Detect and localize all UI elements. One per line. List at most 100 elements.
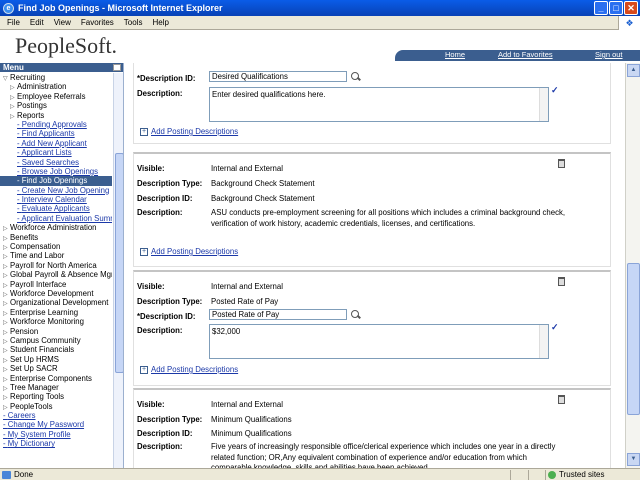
scroll-thumb[interactable]	[627, 263, 640, 415]
description-id-input[interactable]: Posted Rate of Pay	[209, 309, 347, 320]
spellcheck-icon[interactable]: ✓	[551, 85, 559, 96]
nav-item-label: Organizational Development	[10, 298, 109, 308]
nav-item[interactable]: ▷ Payroll for North America	[0, 261, 112, 270]
description-type-label: Description Type:	[137, 179, 203, 188]
collapsed-arrow-icon: ▷	[3, 254, 8, 261]
description-type-value: Minimum Qualifications	[211, 415, 292, 424]
nav-item[interactable]: ▷ Global Payroll & Absence Mgmt	[0, 270, 112, 279]
nav-item-label: Campus Community	[10, 335, 81, 345]
delete-icon[interactable]	[558, 395, 565, 404]
description-id-input[interactable]: Desired Qualifications	[209, 71, 347, 82]
menu-scrollbar[interactable]	[113, 73, 123, 468]
nav-item[interactable]: ▷ Reports	[0, 111, 112, 120]
collapsed-arrow-icon: ▷	[3, 310, 8, 317]
nav-item[interactable]: - Pending Approvals	[0, 120, 112, 129]
nav-item[interactable]: - Careers	[0, 411, 112, 420]
nav-item[interactable]: ▷ Workforce Administration	[0, 223, 112, 232]
security-zone: Trusted sites	[547, 470, 605, 479]
nav-item[interactable]: - My Dictionary	[0, 439, 112, 448]
nav-item[interactable]: - Applicant Evaluation Summary	[0, 214, 112, 223]
peoplesoft-logo: PeopleSoft.	[15, 33, 118, 58]
page-scrollbar[interactable]: ▲ ▼	[625, 63, 640, 468]
scroll-down-icon[interactable]: ▼	[627, 453, 640, 466]
nav-item-label: Interview Calendar	[21, 195, 87, 205]
nav-item[interactable]: ▷ PeopleTools	[0, 402, 112, 411]
nav-item[interactable]: ▷ Administration	[0, 82, 112, 91]
maximize-button[interactable]: □	[609, 1, 623, 15]
nav-item-label: Workforce Development	[10, 288, 94, 298]
menu-tools[interactable]: Tools	[124, 18, 143, 27]
nav-item-label: Workforce Administration	[10, 223, 97, 233]
nav-item[interactable]: - Change My Password	[0, 420, 112, 429]
home-link[interactable]: Home	[445, 50, 465, 59]
lookup-icon[interactable]	[351, 310, 359, 318]
nav-item[interactable]: ▷ Time and Labor	[0, 251, 112, 260]
nav-item[interactable]: ▷ Set Up SACR	[0, 364, 112, 373]
nav-item[interactable]: ▷ Reporting Tools	[0, 392, 112, 401]
collapsed-arrow-icon: ▷	[3, 376, 8, 383]
menu-header: Menu	[0, 63, 123, 72]
spellcheck-icon[interactable]: ✓	[551, 322, 559, 333]
nav-item[interactable]: - Find Job Openings	[0, 176, 112, 186]
menu-favorites[interactable]: Favorites	[81, 18, 114, 27]
nav-item[interactable]: ▷ Set Up HRMS	[0, 355, 112, 364]
add-posting-descriptions[interactable]: + Add Posting Descriptions	[140, 247, 238, 256]
nav-item-label: Find Applicants	[21, 129, 75, 139]
description-text: $32,000	[212, 327, 241, 336]
visible-value: Internal and External	[211, 400, 283, 409]
delete-icon[interactable]	[558, 277, 565, 286]
menu-edit[interactable]: Edit	[30, 18, 44, 27]
nav-item[interactable]: ▽ Recruiting	[0, 73, 112, 82]
nav-item[interactable]: ▷ Postings	[0, 101, 112, 110]
scroll-up-icon[interactable]: ▲	[627, 64, 640, 77]
nav-item-label: Browse Job Openings	[21, 166, 99, 176]
nav-item[interactable]: ▷ Enterprise Learning	[0, 308, 112, 317]
nav-item[interactable]: ▷ Tree Manager	[0, 383, 112, 392]
add-to-favorites-link[interactable]: Add to Favorites	[498, 50, 553, 59]
description-textarea[interactable]: Enter desired qualifications here.	[209, 87, 549, 122]
add-posting-descriptions[interactable]: + Add Posting Descriptions	[140, 365, 238, 374]
nav-item[interactable]: - Interview Calendar	[0, 195, 112, 204]
nav-item[interactable]: ▷ Pension	[0, 327, 112, 336]
nav-item[interactable]: - Applicant Lists	[0, 148, 112, 157]
nav-item-label: Compensation	[10, 242, 61, 252]
nav-item[interactable]: - My System Profile	[0, 430, 112, 439]
nav-item[interactable]: ▷ Payroll Interface	[0, 280, 112, 289]
delete-icon[interactable]	[558, 159, 565, 168]
nav-item[interactable]: ▷ Organizational Development	[0, 298, 112, 307]
nav-item[interactable]: ▷ Compensation	[0, 242, 112, 251]
nav-item[interactable]: ▷ Enterprise Components	[0, 374, 112, 383]
nav-item[interactable]: ▷ Workforce Development	[0, 289, 112, 298]
sign-out-link[interactable]: Sign out	[595, 50, 623, 59]
collapsed-arrow-icon: ▷	[3, 291, 8, 298]
lookup-icon[interactable]	[351, 72, 359, 80]
nav-item[interactable]: ▷ Student Financials	[0, 345, 112, 354]
description-label: Description:	[137, 208, 183, 217]
nav-item[interactable]: - Create New Job Opening	[0, 186, 112, 195]
menu-help[interactable]: Help	[152, 18, 168, 27]
nav-item[interactable]: - Add New Applicant	[0, 139, 112, 148]
posting-section-3: Visible: Internal and External Descripti…	[133, 388, 611, 468]
menu-view[interactable]: View	[54, 18, 71, 27]
minimize-button[interactable]: _	[594, 1, 608, 15]
nav-item[interactable]: ▷ Campus Community	[0, 336, 112, 345]
nav-item-label: Enterprise Components	[10, 373, 92, 383]
add-posting-descriptions[interactable]: + Add Posting Descriptions	[140, 127, 238, 136]
minimize-menu-icon[interactable]	[113, 64, 121, 71]
nav-item[interactable]: - Browse Job Openings	[0, 167, 112, 176]
nav-item[interactable]: ▷ Benefits	[0, 233, 112, 242]
nav-item[interactable]: - Saved Searches	[0, 158, 112, 167]
close-button[interactable]: ✕	[624, 1, 638, 15]
nav-item[interactable]: ▷ Workforce Monitoring	[0, 317, 112, 326]
collapsed-arrow-icon: ▷	[10, 94, 15, 101]
description-textarea[interactable]: $32,000	[209, 324, 549, 359]
nav-item-label: Tree Manager	[10, 382, 59, 392]
collapsed-arrow-icon: ▷	[3, 245, 8, 252]
add-icon: +	[140, 365, 148, 374]
nav-item[interactable]: - Find Applicants	[0, 129, 112, 138]
nav-item[interactable]: - Evaluate Applicants	[0, 204, 112, 213]
menu-file[interactable]: File	[7, 18, 20, 27]
nav-item-label: Recruiting	[10, 73, 46, 82]
nav-item[interactable]: ▷ Employee Referrals	[0, 92, 112, 101]
description-value: Five years of increasingly responsible o…	[211, 442, 556, 468]
